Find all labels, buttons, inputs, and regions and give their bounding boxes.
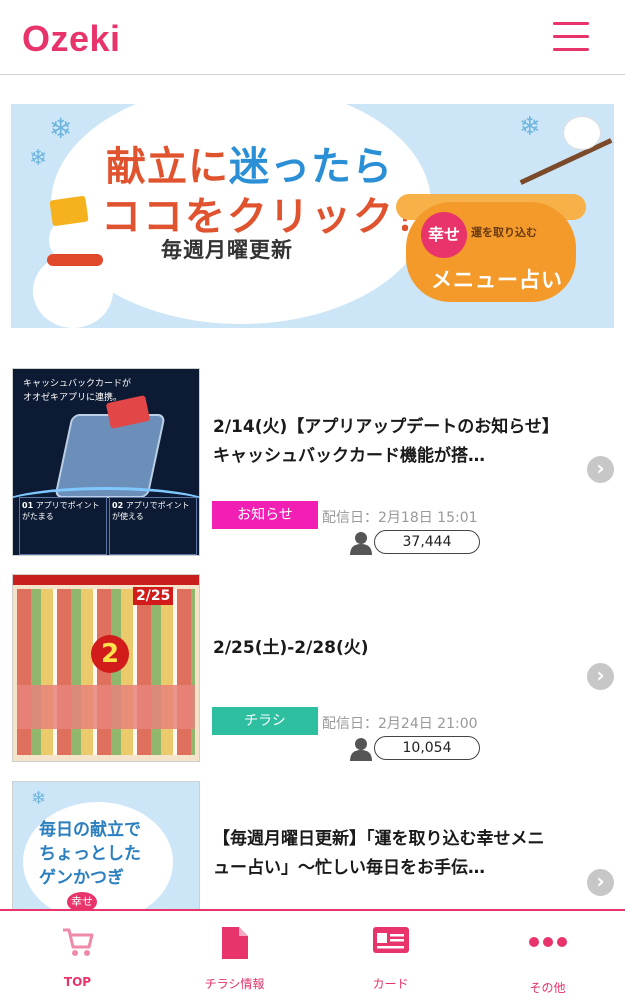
thumb-header-text: キャッシュバックカードが オオゼキアプリに連携。 — [23, 379, 132, 403]
bird-illustration — [563, 116, 601, 150]
document-icon — [221, 927, 248, 959]
category-tag-notice: お知らせ — [212, 501, 318, 529]
nav-top[interactable]: TOP — [15, 911, 140, 1002]
chevron-right-icon[interactable]: › — [587, 663, 614, 690]
thumb-text: 毎日の献立で ちょっとした ゲンかつぎ — [39, 820, 141, 888]
nav-label: カード — [372, 977, 409, 991]
user-icon — [350, 532, 372, 555]
delivery-date: 配信日：2月24日 21:00 — [322, 716, 478, 732]
view-count: 10,054 — [374, 736, 480, 760]
pot-title: メニュー占い — [431, 268, 563, 292]
menu-bar-icon — [553, 22, 589, 25]
snowflake-icon: ❄ — [519, 112, 541, 142]
item-title: 2/14(火)【アプリアップデートのお知らせ】キャッシュバックカード機能が搭… — [213, 417, 551, 466]
bucket-hat — [49, 195, 89, 227]
nav-label: その他 — [529, 981, 566, 995]
item-thumbnail: 毎日の献立で ちょっとした ゲンかつぎ 幸せ ❄ — [12, 781, 200, 911]
view-count: 37,444 — [374, 530, 480, 554]
card-icon — [372, 927, 409, 953]
item-title: 2/25(土)-2/28(火) — [213, 638, 369, 658]
ozeki-logo[interactable]: Ozeki — [22, 18, 121, 60]
list-item-flyer[interactable]: 2/25 2 2/25(土)-2/28(火) › チラシ 配信日：2月24日 2… — [0, 574, 625, 769]
snowflake-icon: ❄ — [31, 788, 47, 809]
nav-flyer[interactable]: チラシ情報 — [172, 911, 297, 1002]
item-thumbnail: キャッシュバックカードが オオゼキアプリに連携。 01 アプリでポイントがたまる… — [12, 368, 200, 556]
feature-box-2: 02 アプリでポイントが使える — [109, 497, 197, 555]
snowflake-icon: ❄ — [29, 146, 48, 171]
chevron-right-icon[interactable]: › — [587, 456, 614, 483]
user-icon — [350, 738, 372, 761]
feature-text: アプリでポイントが使える — [112, 501, 190, 521]
app-header: Ozeki — [0, 0, 625, 75]
more-icon — [528, 937, 567, 947]
menu-bar-icon — [553, 48, 589, 51]
feature-number: 02 — [112, 501, 124, 510]
happiness-badge: 幸せ — [421, 212, 467, 258]
cart-icon — [62, 928, 93, 956]
bottom-navigation: TOP チラシ情報 カード その他 — [0, 909, 625, 1002]
list-item-app-update[interactable]: キャッシュバックカードが オオゼキアプリに連携。 01 アプリでポイントがたまる… — [0, 368, 625, 563]
banner-subtitle: 毎週月曜更新 — [161, 238, 293, 262]
menu-fortune-banner[interactable]: ❄ ❄ ❄ 献立に迷ったら ココをクリック！ 毎週月曜更新 幸せ 運を取り込む … — [11, 104, 614, 328]
delivery-date: 配信日：2月18日 15:01 — [322, 510, 478, 526]
category-tag-flyer: チラシ — [212, 707, 318, 735]
item-title: 【毎週月曜日更新】「運を取り込む幸せメニュー占い」〜忙しい毎日をお手伝… — [213, 829, 545, 878]
feature-text: アプリでポイントがたまる — [22, 501, 100, 521]
nav-card[interactable]: カード — [328, 911, 453, 1002]
flyer-sale-date: 2/25 — [133, 587, 174, 605]
nav-more[interactable]: その他 — [485, 911, 610, 1002]
pot-subtext: 運を取り込む — [471, 226, 537, 239]
hamburger-menu-button[interactable] — [553, 20, 589, 54]
branch-illustration — [519, 138, 613, 185]
flyer-top-strip — [13, 575, 199, 585]
flyer-meat-area — [17, 685, 195, 729]
menu-bar-icon — [553, 35, 589, 38]
flyer-big-number: 2 — [91, 635, 129, 673]
feature-number: 01 — [22, 501, 34, 510]
nav-label: TOP — [63, 975, 92, 989]
nav-label: チラシ情報 — [204, 977, 265, 991]
snowflake-icon: ❄ — [49, 112, 73, 145]
chevron-right-icon[interactable]: › — [587, 869, 614, 896]
feature-box-1: 01 アプリでポイントがたまる — [19, 497, 107, 555]
scarf — [47, 254, 103, 266]
item-thumbnail: 2/25 2 — [12, 574, 200, 762]
